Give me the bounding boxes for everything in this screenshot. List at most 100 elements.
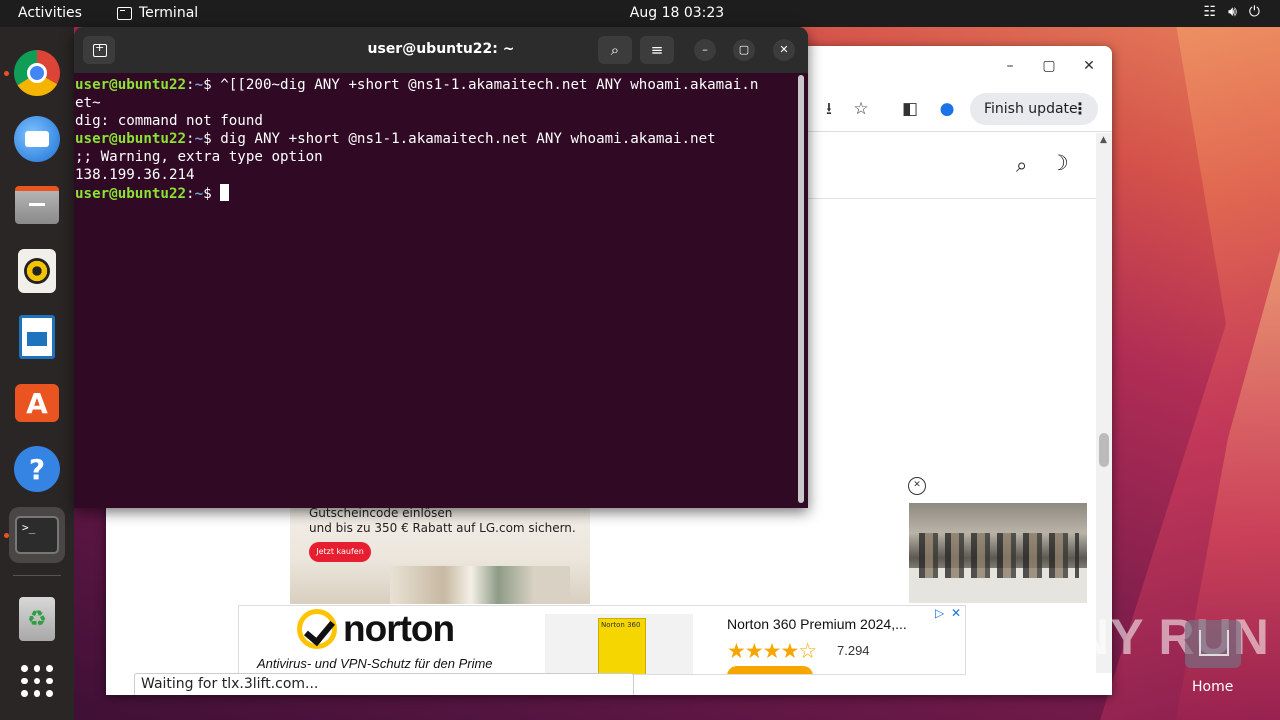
- dock-app-center[interactable]: A: [9, 375, 65, 431]
- scroll-thumb[interactable]: [1099, 433, 1109, 467]
- terminal-headerbar: user@ubuntu22: ~ ⌕ ≡ – ▢ ✕: [74, 27, 808, 73]
- bookmark-star-icon[interactable]: ☆: [848, 96, 874, 122]
- video-ad-thumbnail[interactable]: [909, 503, 1087, 603]
- grid-icon: [21, 665, 53, 697]
- close-button[interactable]: ✕: [773, 39, 795, 61]
- dock-separator: [13, 575, 61, 576]
- menu-button[interactable]: ≡: [640, 36, 674, 64]
- side-panel-icon[interactable]: ◧: [897, 96, 923, 122]
- rating-stars: ★★★★☆: [727, 639, 817, 663]
- norton-product-box: Norton 360: [598, 618, 646, 674]
- prompt-dollar: $: [203, 131, 221, 147]
- dock-help[interactable]: ?: [9, 441, 65, 497]
- norton-product-title[interactable]: Norton 360 Premium 2024,...: [727, 616, 907, 632]
- terminal-line: user@ubuntu22:~$: [75, 184, 797, 203]
- prompt-user: user@ubuntu22: [75, 77, 187, 93]
- prompt-sep: :: [186, 77, 195, 93]
- home-folder-icon[interactable]: [1185, 620, 1241, 668]
- norton-logo: norton: [297, 608, 455, 650]
- command-text: ^[[200~dig ANY +short @ns1-1.akamaitech.…: [220, 77, 759, 93]
- rating-count: 7.294: [837, 643, 870, 658]
- network-icon: ☷: [1203, 4, 1217, 20]
- terminal-scrollbar[interactable]: [798, 75, 804, 503]
- dock: A ? >_ ♻: [0, 27, 74, 720]
- ad-dismiss-icon[interactable]: ✕: [951, 606, 961, 620]
- dock-terminal[interactable]: >_: [9, 507, 65, 563]
- volume-icon: 🔊︎: [1228, 4, 1237, 20]
- finish-update-label: Finish update: [984, 101, 1078, 117]
- terminal-icon: >_: [15, 516, 59, 554]
- product-box-label: Norton 360: [601, 621, 641, 629]
- files-icon: [15, 186, 59, 224]
- home-folder-label[interactable]: Home: [1192, 679, 1233, 695]
- prompt-path: ~: [194, 77, 204, 93]
- hamburger-icon: ≡: [650, 41, 664, 59]
- ad-product-image: [390, 566, 570, 604]
- clock[interactable]: Aug 18 03:23: [0, 5, 1280, 21]
- writer-icon: [19, 315, 55, 359]
- command-text: dig ANY +short @ns1-1.akamaitech.net ANY…: [220, 131, 716, 147]
- terminal-line: ;; Warning, extra type option: [75, 149, 323, 165]
- prompt-path: ~: [194, 186, 204, 202]
- show-apps-button[interactable]: [9, 653, 65, 709]
- terminal-output[interactable]: user@ubuntu22:~$ ^[[200~dig ANY +short @…: [75, 74, 797, 508]
- prompt-sep: :: [186, 131, 195, 147]
- ad-cta-button[interactable]: [727, 666, 813, 674]
- minimize-button[interactable]: –: [998, 55, 1022, 77]
- norton-subtitle: Antivirus- und VPN-Schutz für den Prime: [257, 656, 493, 671]
- norton-brand: norton: [343, 608, 455, 649]
- menu-icon: ⋮: [1072, 99, 1088, 118]
- dock-thunderbird[interactable]: [9, 111, 65, 167]
- app-center-icon: A: [15, 384, 59, 422]
- lg-ad-banner[interactable]: Gutscheincode einlösen und bis zu 350 € …: [290, 504, 590, 604]
- power-icon: ⏻: [1248, 4, 1260, 20]
- ad-close-button[interactable]: ✕: [908, 477, 926, 495]
- prompt-user: user@ubuntu22: [75, 131, 187, 147]
- help-icon: ?: [14, 446, 60, 492]
- dock-writer[interactable]: [9, 309, 65, 365]
- norton-ad-banner[interactable]: norton Antivirus- und VPN-Schutz für den…: [238, 605, 966, 675]
- maximize-button[interactable]: ▢: [1037, 55, 1061, 77]
- terminal-window: user@ubuntu22: ~ ⌕ ≡ – ▢ ✕ user@ubuntu22…: [74, 27, 808, 508]
- finish-update-button[interactable]: Finish update ⋮: [970, 93, 1098, 125]
- maximize-button[interactable]: ▢: [733, 39, 755, 61]
- dark-mode-icon[interactable]: ☽: [1050, 151, 1069, 175]
- search-icon[interactable]: ⌕: [1016, 153, 1027, 177]
- terminal-line: 138.199.36.214: [75, 167, 195, 183]
- minimize-button[interactable]: –: [694, 39, 716, 61]
- chrome-icon: [14, 50, 60, 96]
- terminal-line: dig: command not found: [75, 113, 263, 129]
- terminal-line: et~: [75, 95, 101, 111]
- thunderbird-icon: [14, 116, 60, 162]
- prompt-user: user@ubuntu22: [75, 186, 187, 202]
- search-icon: ⌕: [610, 41, 620, 59]
- system-tray[interactable]: ☷ 🔊︎ ⏻: [1204, 4, 1260, 20]
- top-bar: Activities Terminal Aug 18 03:23 ☷ 🔊︎ ⏻: [0, 0, 1280, 27]
- ad-text: und bis zu 350 € Rabatt auf LG.com siche…: [309, 521, 576, 535]
- profile-icon[interactable]: ●: [934, 96, 960, 122]
- norton-check-icon: [297, 609, 337, 649]
- close-button[interactable]: ✕: [1077, 55, 1101, 77]
- trash-icon: ♻: [19, 597, 55, 641]
- dock-trash[interactable]: ♻: [9, 591, 65, 647]
- prompt-sep: :: [186, 186, 195, 202]
- prompt-dollar: $: [203, 186, 221, 202]
- dock-files[interactable]: [9, 177, 65, 233]
- scroll-up-arrow-icon[interactable]: ▲: [1100, 135, 1107, 145]
- prompt-path: ~: [194, 131, 204, 147]
- text-cursor: [220, 184, 230, 201]
- dock-rhythmbox[interactable]: [9, 243, 65, 299]
- status-bar: Waiting for tlx.3lift.com...: [134, 673, 634, 695]
- adchoices-icon[interactable]: ▷: [935, 606, 944, 620]
- prompt-dollar: $: [203, 77, 221, 93]
- terminal-line: user@ubuntu22:~$ ^[[200~dig ANY +short @…: [75, 76, 797, 94]
- install-app-icon[interactable]: ⭳: [816, 96, 842, 122]
- page-scrollbar[interactable]: ▲: [1096, 133, 1112, 673]
- dock-chrome[interactable]: [9, 45, 65, 101]
- search-button[interactable]: ⌕: [598, 36, 632, 64]
- terminal-line: user@ubuntu22:~$ dig ANY +short @ns1-1.a…: [75, 130, 797, 148]
- ad-text: Gutscheincode einlösen: [309, 506, 453, 520]
- ad-buy-button[interactable]: Jetzt kaufen: [309, 542, 371, 562]
- photo-people: [919, 533, 1079, 578]
- rhythmbox-icon: [18, 249, 56, 293]
